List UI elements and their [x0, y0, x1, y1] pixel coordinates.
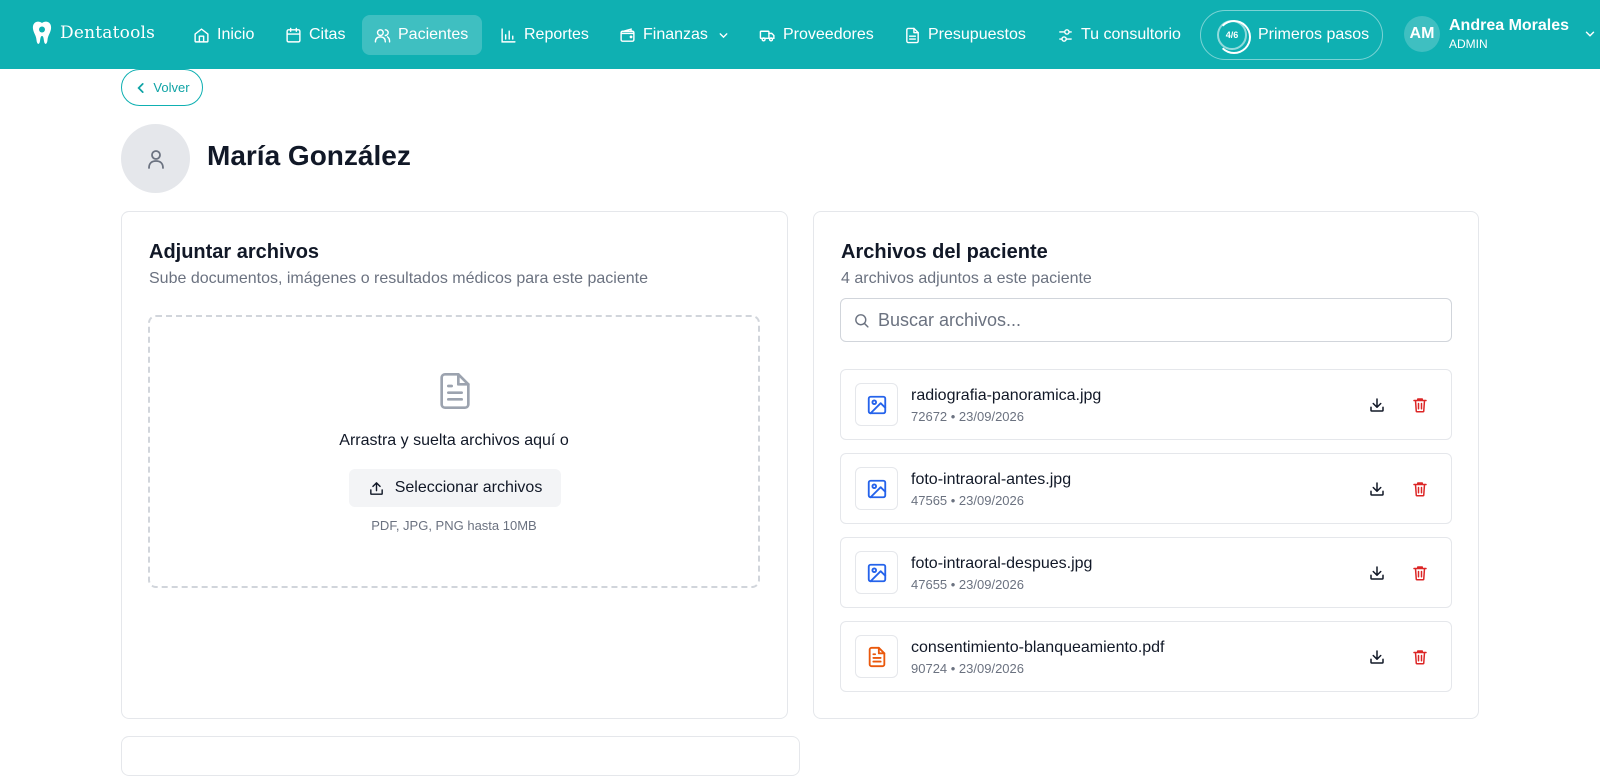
upload-icon	[369, 481, 383, 495]
brand-logo[interactable]: Dentatools	[30, 20, 155, 46]
user-icon	[147, 149, 164, 169]
nav-item-inicio[interactable]: Inicio	[181, 15, 266, 55]
nav-label: Pacientes	[398, 26, 469, 43]
delete-button[interactable]	[1409, 394, 1431, 416]
image-icon	[867, 479, 886, 498]
file-row[interactable]: foto-intraoral-despues.jpg 47655 • 23/09…	[840, 537, 1452, 608]
tooth-icon	[32, 21, 52, 44]
nav-item-reportes[interactable]: Reportes	[488, 15, 601, 55]
progress-count: 4/6	[1225, 30, 1239, 40]
file-type-badge	[855, 635, 898, 678]
file-type-badge	[855, 551, 898, 594]
delete-button[interactable]	[1409, 562, 1431, 584]
trash-icon	[1413, 482, 1427, 497]
file-meta: 47565 • 23/09/2026	[911, 493, 1024, 508]
nav-item-citas[interactable]: Citas	[273, 15, 357, 55]
download-button[interactable]	[1366, 646, 1388, 668]
upload-title: Adjuntar archivos	[149, 241, 320, 263]
file-meta: 47655 • 23/09/2026	[911, 577, 1024, 592]
back-button[interactable]: Volver	[121, 69, 203, 106]
user-avatar: AM	[1404, 16, 1440, 52]
top-navbar: Dentatools Inicio Citas Pacientes Report…	[0, 0, 1600, 69]
nav-label: Finanzas	[643, 26, 708, 43]
file-row[interactable]: foto-intraoral-antes.jpg 47565 • 23/09/2…	[840, 453, 1452, 524]
files-subtitle: 4 archivos adjuntos a este paciente	[841, 270, 1092, 287]
onboarding-label: Primeros pasos	[1258, 26, 1370, 43]
trash-icon	[1413, 566, 1427, 581]
patient-avatar	[121, 124, 190, 193]
file-meta: 72672 • 23/09/2026	[911, 409, 1024, 424]
select-files-button[interactable]: Seleccionar archivos	[349, 469, 561, 507]
download-icon	[1370, 482, 1384, 496]
nav-item-presupuestos[interactable]: Presupuestos	[892, 15, 1038, 55]
trash-icon	[1413, 650, 1427, 665]
file-meta: 90724 • 23/09/2026	[911, 661, 1024, 676]
user-role: ADMIN	[1449, 36, 1488, 51]
search-input[interactable]	[878, 309, 1438, 331]
nav-label: Citas	[309, 26, 346, 43]
image-icon	[867, 395, 886, 414]
user-name: Andrea Morales	[1449, 17, 1570, 35]
file-type-badge	[855, 467, 898, 510]
chevron-down-icon	[719, 32, 728, 38]
onboarding-progress-button[interactable]: 4/6 Primeros pasos	[1200, 10, 1383, 60]
back-label: Volver	[153, 80, 190, 95]
pdf-file-icon	[868, 646, 885, 667]
document-icon	[906, 27, 919, 43]
wallet-icon	[620, 27, 635, 42]
truck-icon	[759, 30, 775, 42]
file-name: foto-intraoral-antes.jpg	[911, 471, 1072, 488]
file-search[interactable]	[840, 298, 1452, 342]
file-type-badge	[855, 383, 898, 426]
home-icon	[194, 27, 209, 43]
patient-name: María González	[207, 140, 411, 171]
users-icon	[374, 28, 391, 43]
nav-item-pacientes[interactable]: Pacientes	[362, 15, 482, 55]
download-button[interactable]	[1366, 394, 1388, 416]
delete-button[interactable]	[1409, 478, 1431, 500]
dropzone-hint: PDF, JPG, PNG hasta 10MB	[371, 518, 537, 533]
file-name: consentimiento-blanqueamiento.pdf	[911, 639, 1165, 656]
file-name: radiografia-panoramica.jpg	[911, 387, 1102, 404]
bar-chart-icon	[501, 27, 516, 43]
nav-item-finanzas[interactable]: Finanzas	[607, 15, 742, 55]
nav-item-proveedores[interactable]: Proveedores	[747, 15, 886, 55]
nav-label: Reportes	[524, 26, 589, 43]
image-icon	[867, 563, 886, 582]
nav-item-tu-consultorio[interactable]: Tu consultorio	[1045, 15, 1193, 55]
download-icon	[1370, 566, 1384, 580]
nav-label: Presupuestos	[928, 26, 1026, 43]
chevron-left-icon	[137, 82, 145, 93]
settings-sliders-icon	[1059, 28, 1072, 42]
file-text-icon	[440, 373, 470, 409]
user-menu[interactable]: AM Andrea Morales ADMIN	[1404, 16, 1597, 52]
select-files-label: Seleccionar archivos	[394, 479, 543, 496]
nav-label: Inicio	[217, 26, 255, 43]
file-name: foto-intraoral-despues.jpg	[911, 555, 1093, 572]
chevron-down-icon	[1585, 31, 1595, 37]
file-dropzone[interactable]: Arrastra y suelta archivos aquí o Selecc…	[148, 315, 760, 588]
delete-button[interactable]	[1409, 646, 1431, 668]
upload-subtitle: Sube documentos, imágenes o resultados m…	[149, 270, 648, 287]
calendar-icon	[286, 27, 301, 43]
dropzone-text: Arrastra y suelta archivos aquí o	[339, 432, 569, 449]
secondary-card	[121, 736, 800, 776]
nav-label: Tu consultorio	[1081, 26, 1181, 43]
search-icon	[855, 313, 869, 328]
download-icon	[1370, 650, 1384, 664]
download-button[interactable]	[1366, 478, 1388, 500]
file-row[interactable]: consentimiento-blanqueamiento.pdf 90724 …	[840, 621, 1452, 692]
progress-ring: 4/6	[1217, 20, 1251, 54]
brand-name: Dentatools	[60, 23, 156, 43]
files-title: Archivos del paciente	[841, 241, 1048, 263]
download-button[interactable]	[1366, 562, 1388, 584]
file-row[interactable]: radiografia-panoramica.jpg 72672 • 23/09…	[840, 369, 1452, 440]
trash-icon	[1413, 398, 1427, 413]
download-icon	[1370, 398, 1384, 412]
nav-label: Proveedores	[783, 26, 874, 43]
